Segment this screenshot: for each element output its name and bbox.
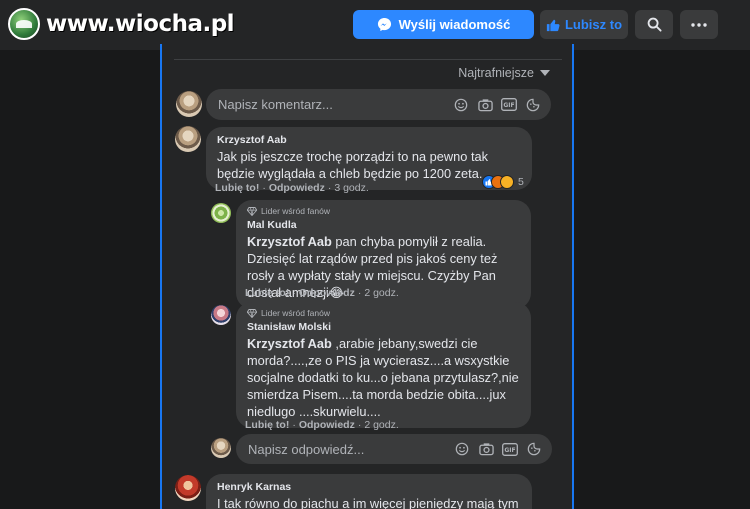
- separator: ·: [327, 182, 332, 194]
- current-user-avatar[interactable]: [211, 438, 231, 458]
- caret-down-icon: [540, 70, 550, 76]
- top-bar: www.wiocha.pl Wyślij wiadomość Lubisz to: [0, 0, 750, 50]
- search-icon: [647, 17, 662, 32]
- camera-icon[interactable]: [478, 441, 494, 457]
- comment-time[interactable]: 2 godz.: [364, 419, 398, 431]
- sort-dropdown[interactable]: Najtrafniejsze: [458, 66, 550, 80]
- commenter-avatar[interactable]: [175, 475, 201, 501]
- like-page-button[interactable]: Lubisz to: [540, 10, 628, 39]
- comment-time[interactable]: 2 godz.: [364, 287, 398, 299]
- reactions-summary[interactable]: 5: [482, 175, 524, 189]
- like-comment-button[interactable]: Lubię to!: [245, 419, 289, 431]
- comment-input[interactable]: Napisz komentarz... GIF: [206, 89, 551, 120]
- logo-text: www.wiocha.pl: [46, 11, 235, 37]
- haha-reaction-icon: [500, 175, 514, 189]
- badge-label: Lider wśród fanów: [261, 206, 330, 216]
- reply-actions: Lubię to! · Odpowiedz · 2 godz.: [245, 419, 399, 431]
- more-dots-icon: [691, 22, 707, 27]
- send-message-button[interactable]: Wyślij wiadomość: [353, 10, 534, 39]
- badge-label: Lider wśród fanów: [261, 308, 330, 318]
- site-logo: www.wiocha.pl: [8, 4, 235, 44]
- separator: ·: [262, 182, 266, 194]
- comment-placeholder: Napisz komentarz...: [218, 97, 333, 112]
- top-fan-badge: Lider wśród fanów: [247, 308, 520, 318]
- like-comment-button[interactable]: Lubię to!: [245, 287, 289, 299]
- comment-time[interactable]: 3 godz.: [334, 182, 368, 194]
- comment-author[interactable]: Henryk Karnas: [217, 481, 521, 493]
- diamond-icon: [247, 206, 257, 216]
- comment-author[interactable]: Krzysztof Aab: [217, 134, 521, 146]
- reply-button[interactable]: Odpowiedz: [269, 182, 325, 194]
- replier-avatar[interactable]: [211, 305, 231, 325]
- comment-text: Krzysztof Aab ,arabie jebany,swedzi cie …: [247, 335, 520, 420]
- separator: ·: [357, 419, 362, 431]
- reply-button[interactable]: Odpowiedz: [299, 287, 355, 299]
- comment-text: Jak pis jeszcze trochę porządzi to na pe…: [217, 149, 489, 181]
- reaction-count: 5: [518, 176, 524, 188]
- top-fan-badge: Lider wśród fanów: [247, 206, 520, 216]
- diamond-icon: [247, 308, 257, 318]
- separator: ·: [292, 419, 296, 431]
- reply-input[interactable]: Napisz odpowiedź... GIF: [236, 434, 552, 464]
- camera-icon[interactable]: [477, 97, 493, 113]
- comment-author[interactable]: Mal Kudla: [247, 219, 520, 231]
- current-user-avatar[interactable]: [176, 91, 202, 117]
- mention-link[interactable]: Krzysztof Aab: [247, 234, 332, 249]
- svg-text:GIF: GIF: [503, 102, 514, 109]
- divider: [174, 59, 562, 60]
- gif-icon[interactable]: GIF: [502, 441, 518, 457]
- sticker-icon[interactable]: [526, 441, 542, 457]
- like-label: Lubisz to: [564, 17, 623, 32]
- sticker-icon[interactable]: [525, 97, 541, 113]
- sort-label: Najtrafniejsze: [458, 66, 534, 80]
- comment-text: I tak równo do piachu a im więcej pienię…: [217, 496, 519, 509]
- gif-icon[interactable]: GIF: [501, 97, 517, 113]
- reply-button[interactable]: Odpowiedz: [299, 419, 355, 431]
- svg-text:GIF: GIF: [504, 447, 515, 454]
- send-message-label: Wyślij wiadomość: [398, 17, 511, 32]
- reply-bubble: Lider wśród fanów Stanisław Molski Krzys…: [236, 302, 531, 428]
- globe-logo-icon: [8, 8, 40, 40]
- mention-link[interactable]: Krzysztof Aab: [247, 336, 332, 351]
- separator: ·: [357, 287, 362, 299]
- comment-author[interactable]: Stanisław Molski: [247, 321, 520, 333]
- search-button[interactable]: [635, 10, 673, 39]
- replier-avatar[interactable]: [211, 203, 231, 223]
- more-options-button[interactable]: [680, 10, 718, 39]
- messenger-icon: [377, 17, 391, 32]
- comment-bubble: Henryk Karnas I tak równo do piachu a im…: [206, 474, 532, 509]
- comments-panel: Najtrafniejsze Napisz komentarz... GIF K…: [160, 44, 574, 509]
- reply-actions: Lubię to! · Odpowiedz · 2 godz.: [245, 287, 399, 299]
- reply-placeholder: Napisz odpowiedź...: [248, 441, 365, 457]
- emoji-icon[interactable]: [454, 441, 470, 457]
- separator: ·: [292, 287, 296, 299]
- emoji-icon[interactable]: [453, 97, 469, 113]
- thumbs-up-icon: [546, 19, 560, 31]
- comment-actions: Lubię to! · Odpowiedz · 3 godz.: [215, 182, 369, 194]
- commenter-avatar[interactable]: [175, 126, 201, 152]
- like-comment-button[interactable]: Lubię to!: [215, 182, 259, 194]
